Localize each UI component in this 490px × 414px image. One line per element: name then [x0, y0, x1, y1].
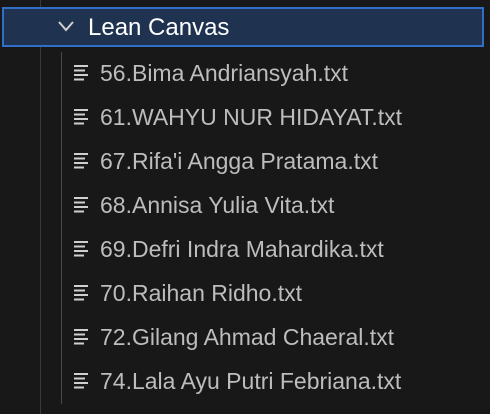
file-explorer: Lean Canvas 56.Bima Andriansyah.txt 61.W… [0, 0, 490, 414]
file-label: 67.Rifa'i Angga Pratama.txt [100, 148, 378, 174]
file-item[interactable]: 72.Gilang Ahmad Chaeral.txt [62, 315, 482, 359]
text-file-icon [74, 153, 88, 169]
file-label: 70.Raihan Ridho.txt [100, 280, 303, 306]
text-file-icon [74, 285, 88, 301]
text-file-icon [74, 241, 88, 257]
file-item[interactable]: 68.Annisa Yulia Vita.txt [62, 183, 482, 227]
text-file-icon [74, 109, 88, 125]
folder-label: Lean Canvas [88, 14, 230, 41]
file-label: 74.Lala Ayu Putri Febriana.txt [100, 368, 402, 394]
file-item[interactable]: 74.Lala Ayu Putri Febriana.txt [62, 359, 482, 403]
chevron-down-icon[interactable] [58, 19, 74, 33]
text-file-icon [74, 197, 88, 213]
text-file-icon [74, 65, 88, 81]
file-label: 61.WAHYU NUR HIDAYAT.txt [100, 104, 403, 130]
text-file-icon [74, 329, 88, 345]
text-file-icon [74, 373, 88, 389]
file-label: 68.Annisa Yulia Vita.txt [100, 192, 335, 218]
file-item[interactable]: 67.Rifa'i Angga Pratama.txt [62, 139, 482, 183]
file-label: 69.Defri Indra Mahardika.txt [100, 236, 384, 262]
indent-guide [40, 0, 41, 414]
file-label: 56.Bima Andriansyah.txt [100, 60, 349, 86]
file-label: 72.Gilang Ahmad Chaeral.txt [100, 324, 395, 350]
file-item[interactable]: 69.Defri Indra Mahardika.txt [62, 227, 482, 271]
file-item[interactable]: 56.Bima Andriansyah.txt [62, 51, 482, 95]
file-item[interactable]: 70.Raihan Ridho.txt [62, 271, 482, 315]
file-item[interactable]: 61.WAHYU NUR HIDAYAT.txt [62, 95, 482, 139]
folder-row-lean-canvas[interactable]: Lean Canvas [2, 7, 484, 47]
